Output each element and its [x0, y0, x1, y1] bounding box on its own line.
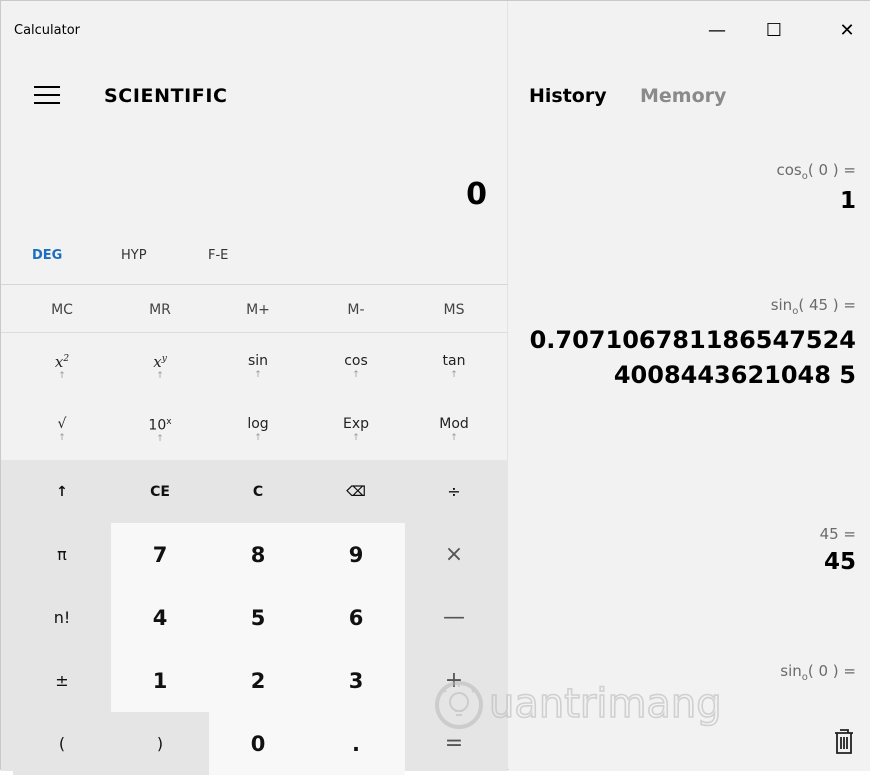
decimal-button[interactable]: .	[307, 712, 405, 775]
equals-button[interactable]: =	[405, 712, 503, 775]
function-label: Mod	[439, 415, 469, 432]
hamburger-menu-icon[interactable]	[34, 86, 60, 104]
history-entry[interactable]: coso( 0 ) = 1	[777, 161, 857, 214]
history-entry[interactable]: sino( 0 ) =	[780, 662, 856, 683]
function-label: tan	[442, 352, 466, 369]
tab-history[interactable]: History	[529, 85, 607, 107]
close-button[interactable]: ✕	[825, 15, 869, 45]
function-keys: x2 ↑ xy ↑ sin ↑ cos ↑ tan ↑ √ ↑ 10x ↑ log ↑ Exp ↑ Mod ↑	[1, 334, 508, 460]
minimize-button[interactable]: —	[695, 15, 739, 45]
shift-arrow-icon: ↑	[450, 432, 458, 443]
shift-arrow-icon: ↑	[450, 369, 458, 380]
trash-icon[interactable]	[832, 727, 856, 755]
function-label: √	[57, 415, 67, 432]
history-result: 45	[823, 549, 856, 575]
m-minus-button[interactable]: M-	[307, 287, 405, 333]
mode-title: SCIENTIFIC	[104, 85, 228, 107]
x-squared-button[interactable]: x2 ↑	[13, 334, 111, 397]
subtract-button[interactable]: —	[405, 586, 503, 649]
digit-3[interactable]: 3	[307, 649, 405, 712]
shift-arrow-icon: ↑	[58, 371, 66, 381]
pi-button[interactable]: π	[13, 523, 111, 586]
history-entry[interactable]: sino( 45 ) = 0.70710678118654752440084436…	[526, 296, 856, 393]
history-expression: 45 =	[819, 525, 856, 543]
mod-button[interactable]: Mod ↑	[405, 397, 503, 460]
function-label: log	[247, 415, 269, 432]
function-label: sin	[247, 352, 269, 369]
mr-button[interactable]: MR	[111, 287, 209, 333]
digit-7[interactable]: 7	[111, 523, 209, 586]
fe-toggle[interactable]: F-E	[208, 248, 228, 263]
history-expression: sino( 45 ) =	[770, 296, 856, 317]
digit-2[interactable]: 2	[209, 649, 307, 712]
divide-button[interactable]: ÷	[405, 460, 503, 523]
shift-arrow-icon: ↑	[156, 371, 164, 381]
app-title: Calculator	[14, 23, 81, 38]
exp-button[interactable]: Exp ↑	[307, 397, 405, 460]
shift-button[interactable]: ↑	[13, 460, 111, 523]
function-label: cos	[344, 352, 368, 369]
memory-row: MC MR M+ M- MS	[1, 287, 508, 333]
history-entry[interactable]: 45 = 45	[820, 525, 856, 575]
history-result: 1	[839, 188, 856, 214]
digit-5[interactable]: 5	[209, 586, 307, 649]
backspace-button[interactable]: ⌫	[307, 460, 405, 523]
history-expression: sino( 0 ) =	[780, 662, 856, 683]
square-root-button[interactable]: √ ↑	[13, 397, 111, 460]
ms-button[interactable]: MS	[405, 287, 503, 333]
function-label: Exp	[342, 415, 370, 432]
shift-arrow-icon: ↑	[352, 432, 360, 443]
digit-8[interactable]: 8	[209, 523, 307, 586]
ce-button[interactable]: CE	[111, 460, 209, 523]
digit-6[interactable]: 6	[307, 586, 405, 649]
open-paren-button[interactable]: (	[13, 712, 111, 775]
x-power-y-button[interactable]: xy ↑	[111, 334, 209, 397]
shift-arrow-icon: ↑	[58, 432, 66, 443]
digit-1[interactable]: 1	[111, 649, 209, 712]
function-label: xy	[153, 353, 167, 371]
factorial-button[interactable]: n!	[13, 586, 111, 649]
divider	[1, 284, 508, 285]
multiply-button[interactable]: ×	[405, 523, 503, 586]
history-result: 0.7071067811865475244008443621048 5	[529, 326, 856, 389]
history-panel: — ☐ ✕ History Memory coso( 0 ) = 1 sino( 4…	[509, 1, 870, 771]
mc-button[interactable]: MC	[13, 287, 111, 333]
angle-mode-row: DEG HYP F-E	[1, 248, 508, 272]
deg-toggle[interactable]: DEG	[32, 248, 62, 263]
hyp-toggle[interactable]: HYP	[121, 248, 147, 263]
negate-button[interactable]: ±	[13, 649, 111, 712]
clear-button[interactable]: C	[209, 460, 307, 523]
shift-arrow-icon: ↑	[254, 432, 262, 443]
log-button[interactable]: log ↑	[209, 397, 307, 460]
shift-arrow-icon: ↑	[254, 369, 262, 380]
maximize-button[interactable]: ☐	[752, 15, 796, 45]
keypad: ↑ CE C ⌫ ÷ π 7 8 9 × n! 4 5 6— ±1 2 3 + () 0. =	[1, 460, 508, 775]
calculator-window: Calculator SCIENTIFIC 0 DEG HYP F-E MC M…	[0, 0, 870, 775]
shift-arrow-icon: ↑	[352, 369, 360, 380]
shift-arrow-icon: ↑	[156, 434, 164, 445]
history-expression: coso( 0 ) =	[776, 161, 857, 182]
digit-4[interactable]: 4	[111, 586, 209, 649]
tan-button[interactable]: tan ↑	[405, 334, 503, 397]
digit-0[interactable]: 0	[209, 712, 307, 775]
close-paren-button[interactable]: )	[111, 712, 209, 775]
m-plus-button[interactable]: M+	[209, 287, 307, 333]
display-value: 0	[466, 177, 487, 212]
ten-power-x-button[interactable]: 10x ↑	[111, 397, 209, 460]
function-label: x2	[54, 353, 70, 371]
function-label: 10x	[148, 416, 172, 434]
cos-button[interactable]: cos ↑	[307, 334, 405, 397]
digit-9[interactable]: 9	[307, 523, 405, 586]
calculator-panel: Calculator SCIENTIFIC 0 DEG HYP F-E MC M…	[1, 1, 508, 775]
tab-memory[interactable]: Memory	[640, 85, 726, 107]
sin-button[interactable]: sin ↑	[209, 334, 307, 397]
add-button[interactable]: +	[405, 649, 503, 712]
